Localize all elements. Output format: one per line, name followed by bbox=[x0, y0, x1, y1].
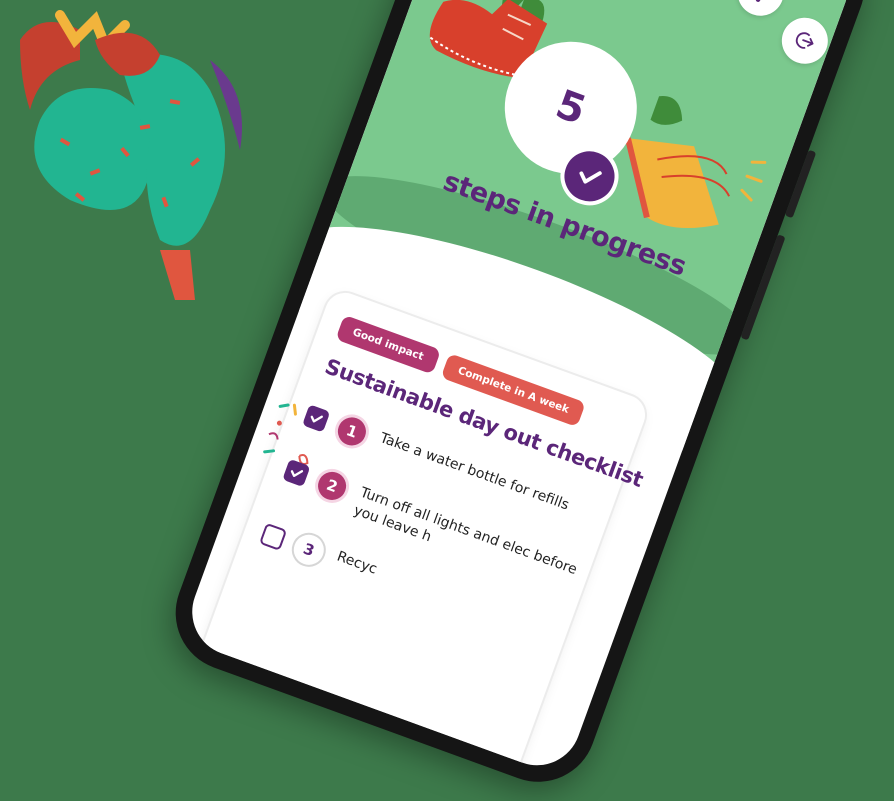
checkmark-icon bbox=[290, 470, 304, 477]
step-number: 1 bbox=[330, 409, 374, 454]
logout-button[interactable] bbox=[775, 11, 835, 71]
notifications-button[interactable] bbox=[731, 0, 791, 23]
bell-icon bbox=[755, 0, 761, 2]
step-number: 2 bbox=[310, 464, 354, 508]
checkmark-icon bbox=[579, 171, 602, 184]
checkmark-icon bbox=[310, 415, 323, 423]
decorative-character-illustration bbox=[20, 10, 242, 300]
phone-side-button bbox=[784, 149, 817, 219]
step-number: 3 bbox=[287, 528, 331, 572]
steps-count: 5 bbox=[549, 81, 592, 135]
logout-icon bbox=[795, 32, 814, 49]
step-checkbox[interactable] bbox=[259, 522, 288, 551]
